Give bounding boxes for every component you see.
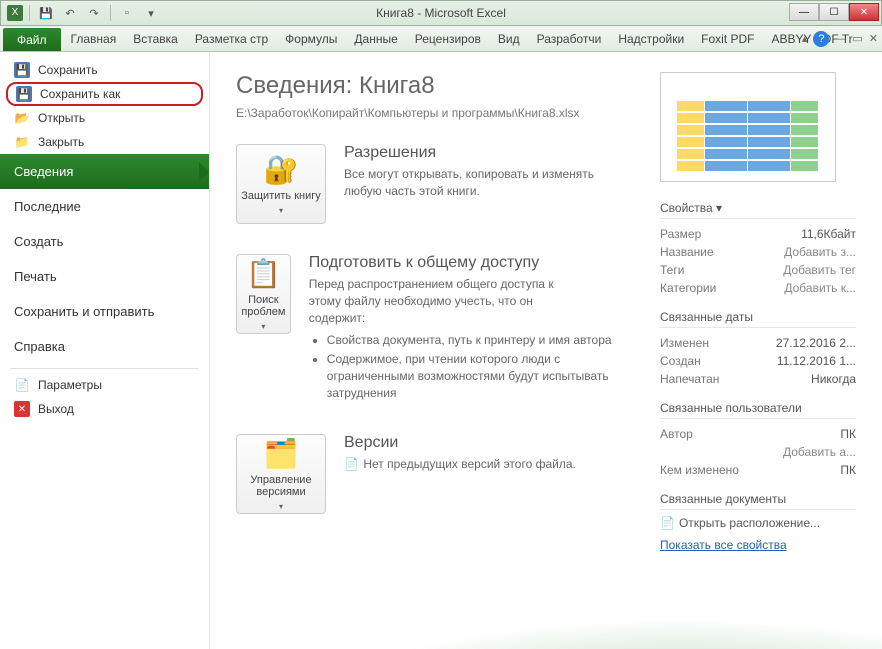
titlebar: X 💾 ↶ ↷ ▫ ▾ Книга8 - Microsoft Excel — ☐… bbox=[0, 0, 882, 26]
file-path: E:\Заработок\Копирайт\Компьютеры и прогр… bbox=[236, 106, 650, 120]
undo-icon[interactable]: ↶ bbox=[60, 3, 80, 23]
tab-developer[interactable]: Разработчи bbox=[529, 26, 611, 51]
versions-section: 🗂️ Управление версиями▾ Версии 📄 Нет пре… bbox=[236, 434, 650, 514]
document-icon: 📄 bbox=[344, 456, 360, 473]
properties-panel: Свойства ▾ Размер11,6Кбайт НазваниеДобав… bbox=[660, 72, 856, 629]
document-icon: 📄 bbox=[660, 516, 675, 530]
help-icon[interactable]: ? bbox=[813, 31, 829, 47]
versions-icon: 🗂️ bbox=[264, 437, 299, 470]
window-controls: — ☐ ✕ bbox=[789, 3, 879, 21]
sidebar-open[interactable]: Открыть bbox=[0, 106, 209, 130]
prepare-desc: Перед распространением общего доступа к … bbox=[309, 276, 589, 326]
sidebar-save[interactable]: Сохранить bbox=[0, 58, 209, 82]
backstage-sidebar: Сохранить Сохранить как Открыть Закрыть … bbox=[0, 52, 210, 649]
excel-icon: X bbox=[7, 5, 23, 21]
mdi-close-icon[interactable]: ✕ bbox=[869, 32, 878, 45]
tab-foxit[interactable]: Foxit PDF bbox=[693, 26, 763, 51]
permissions-title: Разрешения bbox=[344, 144, 624, 162]
check-issues-button[interactable]: 📋 Поиск проблем▾ bbox=[236, 254, 291, 334]
info-main: Сведения: Книга8 E:\Заработок\Копирайт\К… bbox=[236, 72, 650, 629]
tab-review[interactable]: Рецензиров bbox=[407, 26, 490, 51]
prop-size: Размер11,6Кбайт bbox=[660, 225, 856, 243]
sidebar-save-as[interactable]: Сохранить как bbox=[6, 82, 203, 106]
file-tab[interactable]: Файл bbox=[3, 28, 61, 51]
ribbon-min-icon[interactable]: ▴ bbox=[802, 32, 808, 45]
chevron-down-icon: ▾ bbox=[279, 502, 283, 511]
show-all-properties[interactable]: Показать все свойства bbox=[660, 538, 856, 552]
minimize-button[interactable]: — bbox=[789, 3, 819, 21]
properties-header[interactable]: Свойства ▾ bbox=[660, 198, 856, 219]
close-button[interactable]: ✕ bbox=[849, 3, 879, 21]
window-title: Книга8 - Microsoft Excel bbox=[376, 6, 506, 20]
qat-dropdown-icon[interactable]: ▾ bbox=[141, 3, 161, 23]
open-file-location[interactable]: 📄Открыть расположение... bbox=[660, 516, 856, 530]
prop-categories[interactable]: КатегорииДобавить к... bbox=[660, 279, 856, 297]
checklist-icon: 📋 bbox=[246, 257, 281, 290]
protect-workbook-button[interactable]: 🔐 Защитить книгу▾ bbox=[236, 144, 326, 224]
backstage-content: Сведения: Книга8 E:\Заработок\Копирайт\К… bbox=[210, 52, 882, 649]
prepare-section: 📋 Поиск проблем▾ Подготовить к общему до… bbox=[236, 254, 650, 404]
manage-versions-button[interactable]: 🗂️ Управление версиями▾ bbox=[236, 434, 326, 514]
sidebar-save-send[interactable]: Сохранить и отправить bbox=[0, 294, 209, 329]
permissions-section: 🔐 Защитить книгу▾ Разрешения Все могут о… bbox=[236, 144, 650, 224]
sidebar-help[interactable]: Справка bbox=[0, 329, 209, 364]
tab-pagelayout[interactable]: Разметка стр bbox=[187, 26, 277, 51]
prop-title[interactable]: НазваниеДобавить з... bbox=[660, 243, 856, 261]
ribbon: Файл Главная Вставка Разметка стр Формул… bbox=[0, 26, 882, 52]
docs-header: Связанные документы bbox=[660, 489, 856, 510]
prepare-bullet: Свойства документа, путь к принтеру и им… bbox=[327, 332, 650, 349]
redo-icon[interactable]: ↷ bbox=[84, 3, 104, 23]
tab-home[interactable]: Главная bbox=[63, 26, 126, 51]
close-icon bbox=[14, 134, 30, 150]
prop-printed: НапечатанНикогда bbox=[660, 370, 856, 388]
maximize-button[interactable]: ☐ bbox=[819, 3, 849, 21]
sidebar-print[interactable]: Печать bbox=[0, 259, 209, 294]
tab-addins[interactable]: Надстройки bbox=[610, 26, 693, 51]
quick-access-toolbar: X 💾 ↶ ↷ ▫ ▾ bbox=[1, 3, 161, 23]
backstage: Сохранить Сохранить как Открыть Закрыть … bbox=[0, 52, 882, 649]
chevron-down-icon: ▾ bbox=[279, 206, 283, 215]
qat-slot-icon[interactable]: ▫ bbox=[117, 3, 137, 23]
prepare-title: Подготовить к общему доступу bbox=[309, 254, 650, 272]
prop-tags[interactable]: ТегиДобавить тег bbox=[660, 261, 856, 279]
document-thumbnail[interactable] bbox=[660, 72, 836, 182]
mdi-minimize-icon[interactable]: — bbox=[835, 33, 846, 45]
prop-changed-by: Кем измененоПК bbox=[660, 461, 856, 479]
sidebar-recent[interactable]: Последние bbox=[0, 189, 209, 224]
save-icon[interactable]: 💾 bbox=[36, 3, 56, 23]
permissions-desc: Все могут открывать, копировать и изменя… bbox=[344, 166, 624, 200]
sidebar-exit[interactable]: Выход bbox=[0, 397, 209, 421]
page-title: Сведения: Книга8 bbox=[236, 72, 650, 100]
versions-title: Версии bbox=[344, 434, 576, 452]
tab-data[interactable]: Данные bbox=[346, 26, 406, 51]
sidebar-options[interactable]: Параметры bbox=[0, 373, 209, 397]
mdi-restore-icon[interactable]: ▭ bbox=[852, 32, 862, 45]
chevron-down-icon: ▾ bbox=[261, 322, 265, 331]
prop-modified: Изменен27.12.2016 2... bbox=[660, 334, 856, 352]
dates-header: Связанные даты bbox=[660, 307, 856, 328]
sidebar-close[interactable]: Закрыть bbox=[0, 130, 209, 154]
exit-icon bbox=[14, 401, 30, 417]
tab-insert[interactable]: Вставка bbox=[125, 26, 187, 51]
users-header: Связанные пользователи bbox=[660, 398, 856, 419]
tab-formulas[interactable]: Формулы bbox=[277, 26, 346, 51]
prop-add-author[interactable]: Добавить а... bbox=[660, 443, 856, 461]
sidebar-new[interactable]: Создать bbox=[0, 224, 209, 259]
save-icon bbox=[14, 62, 30, 78]
tab-view[interactable]: Вид bbox=[490, 26, 529, 51]
open-icon bbox=[14, 110, 30, 126]
versions-desc: 📄 Нет предыдущих версий этого файла. bbox=[344, 456, 576, 473]
save-as-icon bbox=[16, 86, 32, 102]
prop-created: Создан11.12.2016 1... bbox=[660, 352, 856, 370]
options-icon bbox=[14, 377, 30, 393]
prop-author: АвторПК bbox=[660, 425, 856, 443]
lock-icon: 🔐 bbox=[264, 153, 299, 186]
sidebar-info[interactable]: Сведения bbox=[0, 154, 209, 189]
prepare-bullet: Содержимое, при чтении которого люди с о… bbox=[327, 351, 650, 401]
